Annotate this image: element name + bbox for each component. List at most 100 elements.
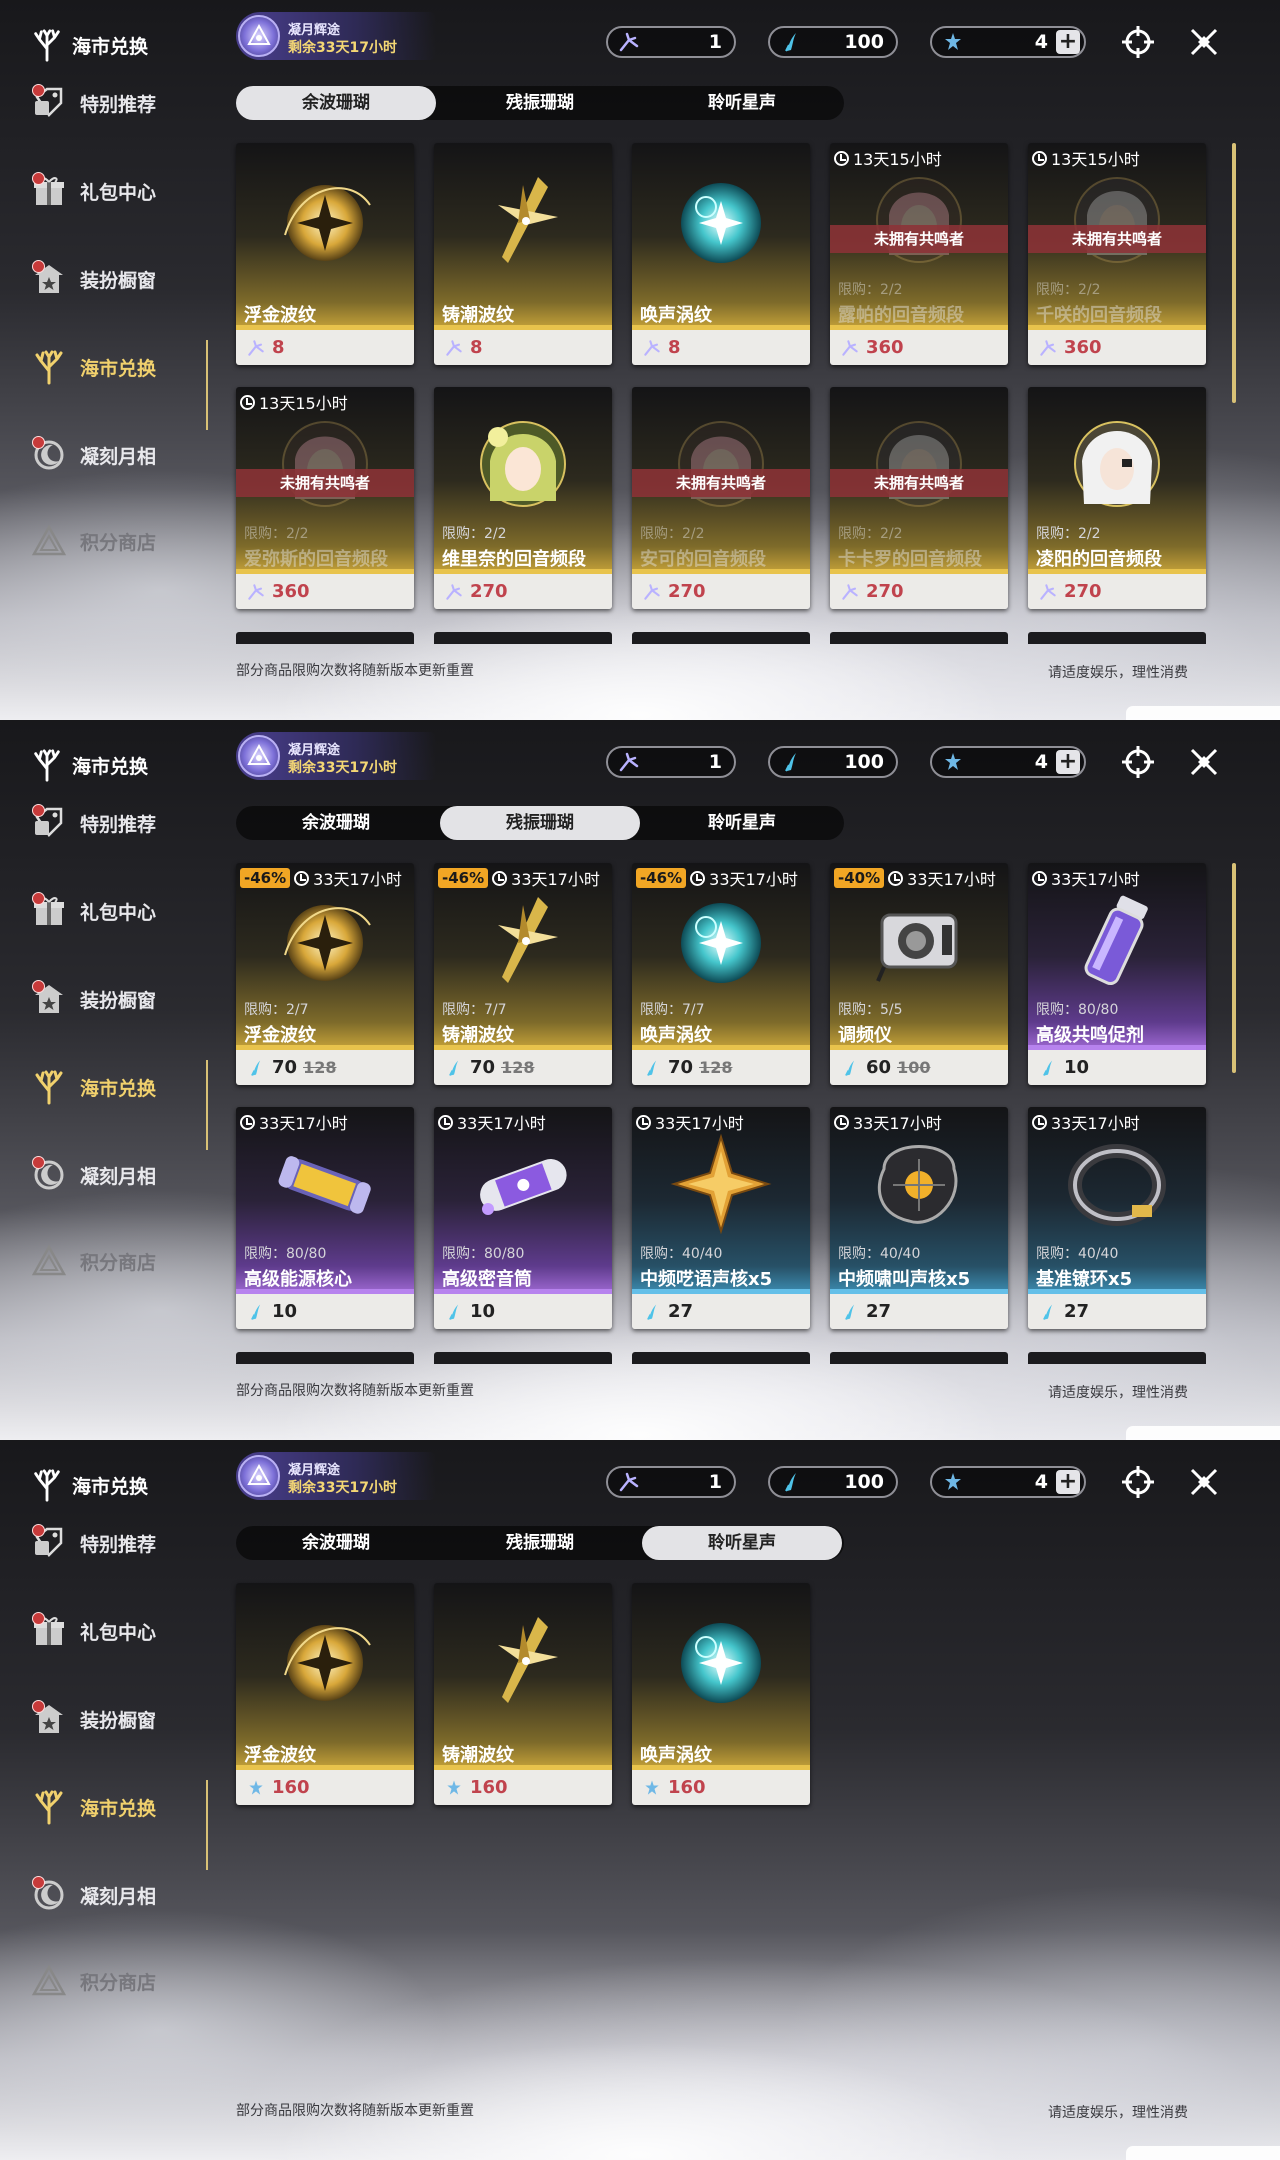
category-tab[interactable]: 残振珊瑚 bbox=[440, 86, 640, 120]
product-card[interactable]: 限购：2/2 维里奈的回音频段 270 bbox=[434, 387, 612, 609]
product-card[interactable]: 33天17小时 限购：40/40 基准镣环x5 27 bbox=[1028, 1107, 1206, 1329]
triangle-icon bbox=[28, 520, 70, 562]
product-card[interactable]: 浮金波纹 160 bbox=[236, 1583, 414, 1805]
sidebar-item[interactable]: 装扮橱窗 bbox=[28, 1698, 156, 1740]
sidebar-item[interactable]: 特别推荐 bbox=[28, 802, 156, 844]
price-bar: 8 bbox=[632, 330, 810, 365]
close-button[interactable] bbox=[1184, 742, 1224, 782]
sidebar-item[interactable]: 礼包中心 bbox=[28, 170, 156, 212]
category-tab[interactable]: 余波珊瑚 bbox=[236, 1526, 436, 1560]
product-card[interactable]: 铸潮波纹 8 bbox=[434, 143, 612, 365]
product-card[interactable]: 浮金波纹 8 bbox=[236, 143, 414, 365]
purchase-limit: 限购：2/2 bbox=[244, 526, 309, 542]
sidebar-item[interactable]: 装扮橱窗 bbox=[28, 258, 156, 300]
product-card[interactable]: 限购：2/2 凌阳的回音频段 270 bbox=[1028, 387, 1206, 609]
scrollbar[interactable] bbox=[1232, 863, 1236, 1073]
card-timer: -40% 33天17小时 bbox=[834, 867, 996, 889]
next-row-card[interactable] bbox=[434, 1352, 612, 1364]
blue-feather-icon bbox=[246, 1058, 266, 1078]
next-row-card[interactable] bbox=[1028, 1352, 1206, 1364]
sidebar-item[interactable]: 特别推荐 bbox=[28, 1522, 156, 1564]
product-card[interactable]: 33天17小时 限购：80/80 高级能源核心 10 bbox=[236, 1107, 414, 1329]
product-card[interactable]: 13天15小时 未拥有共鸣者 限购：2/2 千咲的回音频段 360 bbox=[1028, 143, 1206, 365]
price-value: 70 bbox=[668, 1057, 694, 1078]
product-card[interactable]: 未拥有共鸣者 限购：2/2 安可的回音频段 270 bbox=[632, 387, 810, 609]
product-card[interactable]: 唤声涡纹 160 bbox=[632, 1583, 810, 1805]
timer-text: 33天17小时 bbox=[655, 1114, 744, 1133]
tag-icon bbox=[28, 1522, 70, 1564]
price-value: 270 bbox=[866, 581, 904, 602]
category-tabs: 余波珊瑚 残振珊瑚 聆听星声 bbox=[236, 1526, 844, 1560]
blue-feather-icon bbox=[246, 1302, 266, 1322]
product-card[interactable]: -40% 33天17小时 限购：5/5 调频仪 60 100 bbox=[830, 863, 1008, 1085]
product-card[interactable]: 33天17小时 限购：80/80 高级共鸣促剂 10 bbox=[1028, 863, 1206, 1085]
sidebar-item-label: 特别推荐 bbox=[80, 93, 157, 116]
next-row-card[interactable] bbox=[236, 1352, 414, 1364]
product-card[interactable]: 33天17小时 限购：80/80 高级密音筒 10 bbox=[434, 1107, 612, 1329]
add-currency-button[interactable]: + bbox=[1056, 30, 1080, 54]
product-card[interactable]: -46% 33天17小时 限购：2/7 浮金波纹 70 128 bbox=[236, 863, 414, 1085]
notification-badge bbox=[32, 1156, 45, 1169]
category-tab[interactable]: 聆听星声 bbox=[642, 1526, 842, 1560]
sidebar-item[interactable]: 特别推荐 bbox=[28, 82, 156, 124]
sidebar-item-label: 礼包中心 bbox=[80, 901, 157, 924]
sidebar-item[interactable]: 积分商店 bbox=[28, 520, 156, 562]
star-core-item-icon bbox=[666, 1129, 776, 1239]
add-currency-button[interactable]: + bbox=[1056, 750, 1080, 774]
footer-advisory: 请适度娱乐，理性消费 bbox=[1048, 1385, 1188, 1401]
clock-icon bbox=[492, 870, 508, 886]
sidebar-item[interactable]: 礼包中心 bbox=[28, 1610, 156, 1652]
not-owned-banner: 未拥有共鸣者 bbox=[830, 469, 1008, 497]
sidebar-item-label: 海市兑换 bbox=[80, 1797, 157, 1820]
next-row-card[interactable] bbox=[830, 1352, 1008, 1364]
star-feather-icon bbox=[444, 1778, 464, 1798]
target-button[interactable] bbox=[1118, 22, 1158, 62]
product-card[interactable]: 33天17小时 限购：40/40 中频啸叫声核x5 27 bbox=[830, 1107, 1008, 1329]
sidebar-item[interactable]: 礼包中心 bbox=[28, 890, 156, 932]
sidebar-item[interactable]: 海市兑换 bbox=[28, 1786, 156, 1828]
target-button[interactable] bbox=[1118, 742, 1158, 782]
next-row-card[interactable] bbox=[236, 632, 414, 644]
category-tab[interactable]: 残振珊瑚 bbox=[440, 806, 640, 840]
next-row-card[interactable] bbox=[434, 632, 612, 644]
sidebar-item[interactable]: 装扮橱窗 bbox=[28, 978, 156, 1020]
next-row-card[interactable] bbox=[632, 632, 810, 644]
product-card[interactable]: 33天17小时 限购：40/40 中频呓语声核x5 27 bbox=[632, 1107, 810, 1329]
event-banner[interactable]: 凝月辉途 剩余33天17小时 bbox=[236, 1452, 436, 1500]
product-card[interactable]: 铸潮波纹 160 bbox=[434, 1583, 612, 1805]
product-card[interactable]: 13天15小时 未拥有共鸣者 限购：2/2 露帕的回音频段 360 bbox=[830, 143, 1008, 365]
product-card[interactable]: 13天15小时 未拥有共鸣者 限购：2/2 爱弥斯的回音频段 360 bbox=[236, 387, 414, 609]
product-name: 露帕的回音频段 bbox=[838, 305, 964, 326]
product-card[interactable]: 唤声涡纹 8 bbox=[632, 143, 810, 365]
next-row-card[interactable] bbox=[830, 632, 1008, 644]
scrollbar[interactable] bbox=[1232, 143, 1236, 403]
sidebar-item[interactable]: 积分商店 bbox=[28, 1240, 156, 1282]
category-tab[interactable]: 聆听星声 bbox=[642, 806, 842, 840]
event-banner[interactable]: 凝月辉途 剩余33天17小时 bbox=[236, 732, 436, 780]
blue-feather-icon bbox=[642, 1058, 662, 1078]
product-card[interactable]: -46% 33天17小时 限购：7/7 铸潮波纹 70 128 bbox=[434, 863, 612, 1085]
sidebar-item[interactable]: 积分商店 bbox=[28, 1960, 156, 2002]
sidebar-item[interactable]: 凝刻月相 bbox=[28, 1874, 156, 1916]
close-button[interactable] bbox=[1184, 1462, 1224, 1502]
event-banner[interactable]: 凝月辉途 剩余33天17小时 bbox=[236, 12, 436, 60]
product-card[interactable]: -46% 33天17小时 限购：7/7 唤声涡纹 70 128 bbox=[632, 863, 810, 1085]
next-row-card[interactable] bbox=[1028, 632, 1206, 644]
sidebar-item[interactable]: 海市兑换 bbox=[28, 346, 156, 388]
add-currency-button[interactable]: + bbox=[1056, 1470, 1080, 1494]
close-button[interactable] bbox=[1184, 22, 1224, 62]
sidebar-item[interactable]: 海市兑换 bbox=[28, 1066, 156, 1108]
target-button[interactable] bbox=[1118, 1462, 1158, 1502]
category-tab[interactable]: 余波珊瑚 bbox=[236, 806, 436, 840]
category-tab[interactable]: 残振珊瑚 bbox=[440, 1526, 640, 1560]
notification-badge bbox=[32, 804, 45, 817]
next-row-card[interactable] bbox=[632, 1352, 810, 1364]
product-card[interactable]: 未拥有共鸣者 限购：2/2 卡卡罗的回音频段 270 bbox=[830, 387, 1008, 609]
sidebar-item[interactable]: 凝刻月相 bbox=[28, 434, 156, 476]
active-indicator bbox=[206, 1060, 208, 1150]
price-value: 27 bbox=[866, 1301, 892, 1322]
sidebar-item[interactable]: 凝刻月相 bbox=[28, 1154, 156, 1196]
category-tab[interactable]: 聆听星声 bbox=[642, 86, 842, 120]
purchase-limit: 限购：80/80 bbox=[244, 1246, 327, 1262]
category-tab[interactable]: 余波珊瑚 bbox=[236, 86, 436, 120]
